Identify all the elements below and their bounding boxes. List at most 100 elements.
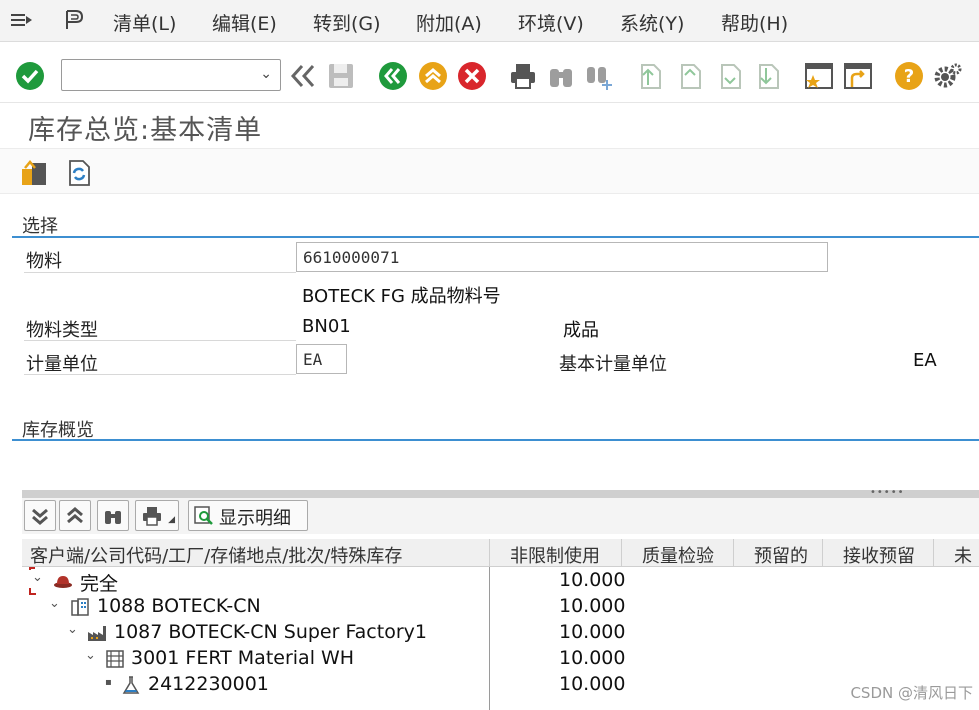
refresh-icon[interactable] [65, 159, 93, 187]
column-header-unrestricted[interactable]: 非限制使用 [510, 542, 600, 568]
menu-icon[interactable] [8, 8, 34, 32]
material-type-underline [24, 340, 296, 341]
material-label: 物料 [26, 251, 62, 272]
first-page-icon[interactable] [636, 61, 666, 91]
menu-list[interactable]: 清单(L) [113, 9, 176, 36]
column-header-receipt-reservation[interactable]: 接收预留 [843, 542, 915, 568]
sap-logo-icon[interactable] [62, 8, 88, 32]
application-toolbar [0, 148, 979, 194]
collapse-all-button[interactable] [59, 500, 91, 531]
splitter-grip-icon[interactable]: ••••• [870, 487, 905, 498]
leaf-bullet-icon: ▪ [105, 677, 112, 688]
menu-help[interactable]: 帮助(H) [721, 9, 788, 36]
selection-bracket-icon [29, 567, 36, 595]
selection-section-header: 选择 [22, 216, 58, 237]
print-icon[interactable] [508, 61, 538, 91]
selection-divider [12, 236, 979, 238]
uom-label: 计量单位 [26, 354, 98, 375]
watermark: CSDN @清风日下 [850, 684, 973, 702]
menu-extras[interactable]: 附加(A) [416, 9, 482, 36]
tree-print-button[interactable]: ◢ [135, 500, 179, 531]
material-underline [24, 272, 296, 273]
uom-field[interactable]: EA [296, 344, 347, 374]
next-page-icon[interactable] [716, 61, 746, 91]
tree-node-label: 2412230001 [148, 673, 269, 695]
tree-node-label: 1088 BOTECK-CN [97, 595, 261, 617]
menu-environment[interactable]: 环境(V) [518, 9, 584, 36]
menu-bar: 清单(L) 编辑(E) 转到(G) 附加(A) 环境(V) 系统(Y) 帮助(H… [0, 0, 979, 42]
column-header-reserved[interactable]: 预留的 [754, 542, 808, 568]
flask-icon [122, 676, 140, 694]
column-header-hierarchy[interactable]: 客户端/公司代码/工厂/存储地点/批次/特殊库存 [30, 542, 402, 568]
find-icon[interactable] [546, 61, 576, 91]
save-icon[interactable] [326, 61, 356, 91]
shelf-icon [106, 650, 124, 668]
tree-row-plant[interactable]: ⌄ 1087 BOTECK-CN Super Factory1 10.000 [22, 620, 979, 646]
chevron-down-icon[interactable]: ⌄ [260, 66, 272, 82]
tree-toolbar: ◢ 显示明细 [22, 498, 979, 534]
menu-system[interactable]: 系统(Y) [620, 9, 684, 36]
uom-underline [24, 374, 296, 375]
material-type-label: 物料类型 [26, 320, 98, 341]
tree-row-total[interactable]: ⌄ 完全 10.000 [22, 567, 979, 595]
show-detail-label: 显示明细 [219, 508, 291, 529]
column-separator [733, 539, 734, 567]
collapse-all-icon [67, 507, 83, 524]
svg-text:?: ? [904, 66, 914, 87]
column-separator [822, 539, 823, 567]
other-material-icon[interactable] [20, 159, 48, 187]
find-next-icon[interactable] [584, 61, 614, 91]
unrestricted-qty: 10.000 [559, 595, 626, 617]
unrestricted-qty: 10.000 [559, 647, 626, 669]
expand-all-icon [32, 508, 48, 525]
previous-page-icon[interactable] [676, 61, 706, 91]
last-page-icon[interactable] [754, 61, 784, 91]
tree-row-company[interactable]: ⌄ 1088 BOTECK-CN 10.000 [22, 594, 979, 620]
tree-find-button[interactable] [97, 500, 129, 531]
print-icon [143, 507, 161, 526]
hat-icon [54, 576, 72, 588]
overview-divider [12, 439, 979, 441]
binoculars-icon [105, 511, 121, 524]
tree-node-label: 3001 FERT Material WH [131, 647, 355, 669]
menu-goto[interactable]: 转到(G) [313, 9, 381, 36]
factory-icon [88, 626, 106, 641]
tree-row-storage-location[interactable]: ⌄ 3001 FERT Material WH 10.000 [22, 646, 979, 672]
column-separator [489, 539, 490, 567]
column-separator [933, 539, 934, 567]
dropdown-triangle-icon[interactable]: ◢ [168, 515, 175, 525]
chevron-down-icon[interactable]: ⌄ [67, 622, 78, 637]
material-field[interactable]: 6610000071 [296, 242, 828, 272]
column-header-more[interactable]: 未 [954, 542, 972, 568]
column-separator [621, 539, 622, 567]
base-uom-label: 基本计量单位 [559, 354, 667, 375]
back-icon[interactable] [378, 61, 408, 91]
cancel-icon[interactable] [457, 61, 487, 91]
base-uom-value: EA [913, 350, 937, 371]
splitter-bar[interactable]: ••••• [22, 487, 979, 498]
building-icon [71, 598, 89, 616]
tree-node-label: 完全 [80, 573, 119, 595]
help-icon[interactable]: ? [894, 61, 924, 91]
chevron-down-icon[interactable]: ⌄ [85, 648, 96, 663]
standard-toolbar: ⌄ ? [0, 43, 979, 103]
unrestricted-qty: 10.000 [559, 621, 626, 643]
column-header-quality-inspection[interactable]: 质量检验 [642, 542, 714, 568]
create-shortcut-icon[interactable] [843, 61, 873, 91]
tree-row-batch[interactable]: ▪ 2412230001 10.000 [22, 672, 979, 698]
show-detail-button[interactable]: 显示明细 [188, 500, 308, 531]
enter-check-icon[interactable] [15, 61, 45, 91]
material-type-value: BN01 [302, 316, 351, 337]
unrestricted-qty: 10.000 [559, 673, 626, 695]
page-title: 库存总览:基本清单 [28, 115, 263, 146]
double-chevron-left-icon[interactable] [288, 61, 318, 91]
exit-icon[interactable] [418, 61, 448, 91]
chevron-down-icon[interactable]: ⌄ [49, 596, 60, 611]
new-session-icon[interactable] [804, 61, 834, 91]
command-field[interactable]: ⌄ [61, 59, 281, 91]
settings-gear-icon[interactable] [933, 61, 963, 91]
menu-edit[interactable]: 编辑(E) [212, 9, 277, 36]
tree-node-label: 1087 BOTECK-CN Super Factory1 [114, 621, 427, 643]
tree-column-header: 客户端/公司代码/工厂/存储地点/批次/特殊库存 非限制使用 质量检验 预留的 … [22, 539, 979, 567]
expand-all-button[interactable] [24, 500, 56, 531]
